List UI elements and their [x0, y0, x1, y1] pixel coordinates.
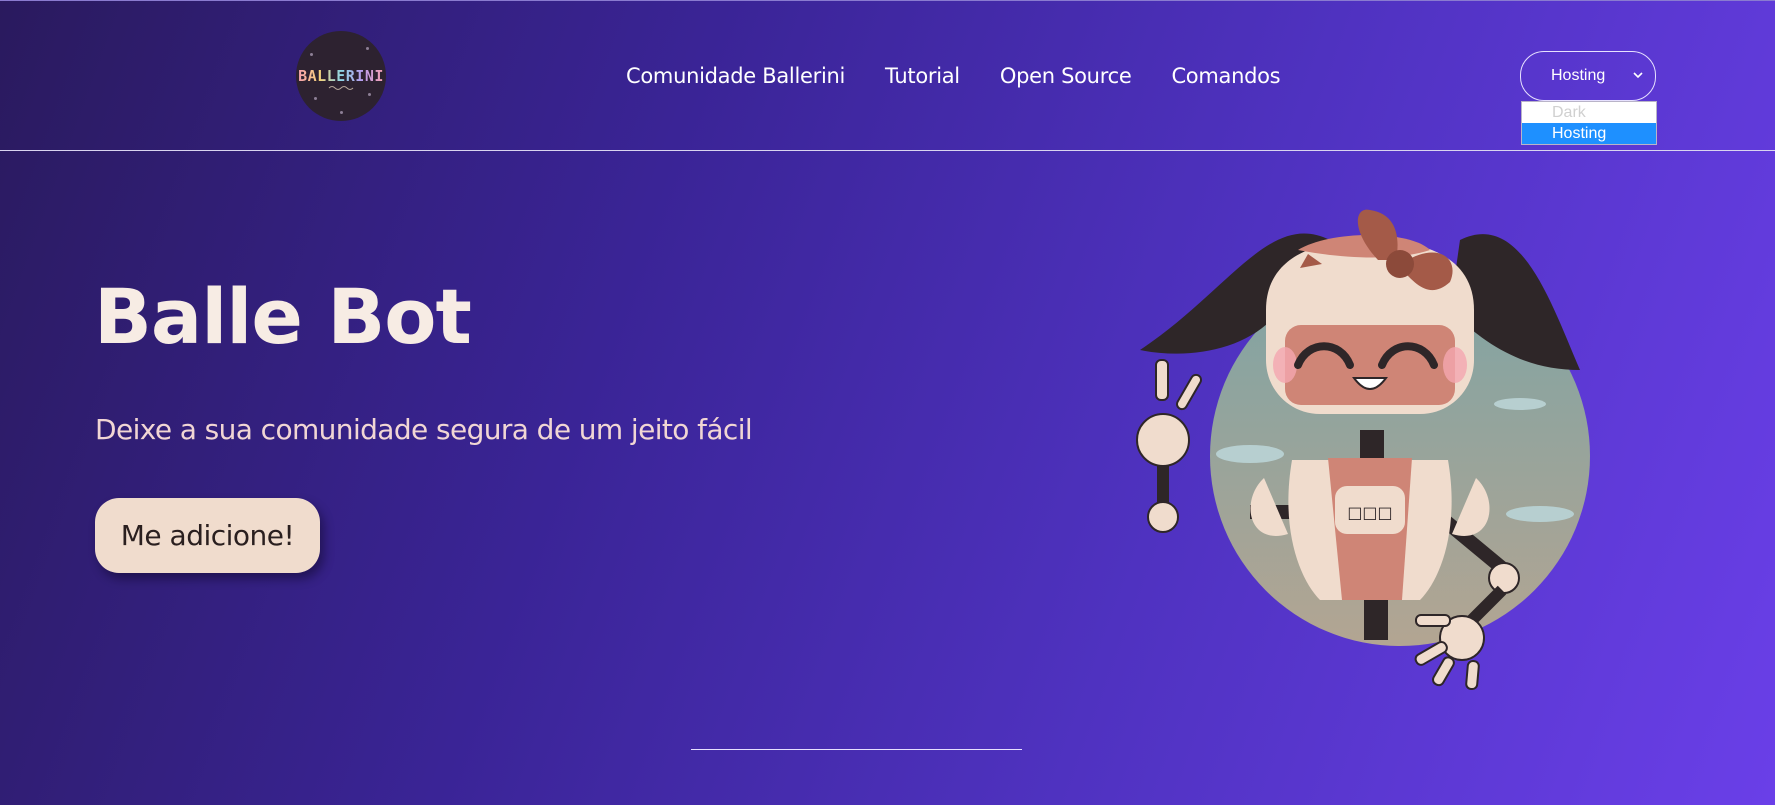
right-finger — [1432, 656, 1455, 687]
logo-star-dot — [314, 97, 317, 100]
logo-wordmark: BALLERINI — [298, 67, 384, 85]
robot-neck — [1360, 430, 1384, 460]
chevron-down-icon — [1633, 72, 1643, 79]
left-elbow-joint — [1147, 501, 1179, 533]
right-finger — [1415, 614, 1451, 627]
chest-symbols: □□□ — [1347, 503, 1392, 522]
nav-link-tutorial[interactable]: Tutorial — [885, 64, 960, 88]
left-hand — [1136, 413, 1190, 467]
nav-link-comunidade[interactable]: Comunidade Ballerini — [626, 64, 845, 88]
face-visor — [1285, 325, 1455, 405]
right-finger — [1465, 660, 1480, 691]
add-bot-button[interactable]: Me adicione! — [95, 498, 320, 573]
right-blush — [1443, 347, 1467, 383]
logo-star-dot — [366, 47, 369, 50]
right-elbow-joint — [1488, 562, 1520, 594]
logo-star-dot — [340, 111, 343, 114]
ballerini-logo[interactable]: BALLERINI — [296, 31, 386, 121]
left-blush — [1273, 347, 1297, 383]
section-divider — [691, 749, 1022, 750]
logo-star-dot — [310, 53, 313, 56]
main-nav: Comunidade Ballerini Tutorial Open Sourc… — [626, 60, 1281, 92]
theme-option-dark[interactable]: Dark — [1522, 102, 1656, 123]
bow-knot — [1386, 250, 1414, 278]
logo-squiggle-icon — [328, 86, 354, 90]
theme-select-dropdown: Dark Hosting — [1521, 101, 1657, 145]
theme-select-value: Hosting — [1551, 67, 1606, 84]
hero-title: Balle Bot — [94, 272, 472, 361]
cloud — [1494, 398, 1546, 410]
left-finger — [1155, 359, 1169, 401]
left-finger — [1176, 373, 1202, 411]
robot-mascot-illustration: □□□ — [1136, 209, 1590, 691]
nav-link-comandos[interactable]: Comandos — [1171, 64, 1280, 88]
theme-option-hosting[interactable]: Hosting — [1522, 123, 1656, 144]
logo-star-dot — [368, 93, 371, 96]
cloud — [1506, 506, 1574, 522]
hero-subtitle: Deixe a sua comunidade segura de um jeit… — [95, 413, 753, 446]
cloud — [1216, 445, 1284, 463]
nav-link-open-source[interactable]: Open Source — [1000, 64, 1132, 88]
theme-select[interactable]: Hosting — [1520, 51, 1656, 101]
site-header: BALLERINI Comunidade Ballerini Tutorial … — [0, 0, 1775, 151]
